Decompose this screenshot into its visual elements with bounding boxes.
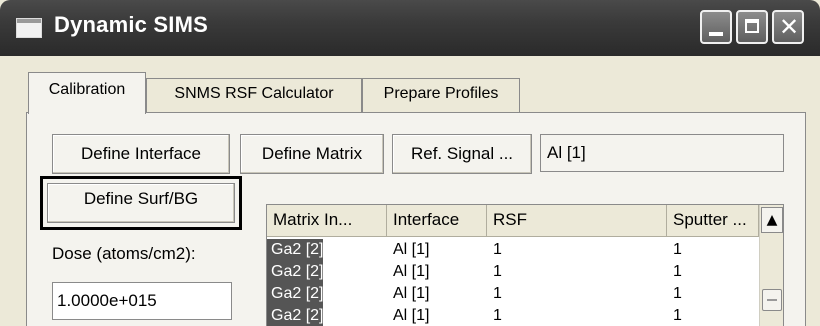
define-interface-button[interactable]: Define Interface xyxy=(52,134,230,174)
column-header-interface[interactable]: Interface xyxy=(387,205,487,237)
cell-interface: Al [1] xyxy=(393,285,430,302)
define-matrix-button[interactable]: Define Matrix xyxy=(240,134,384,174)
chevron-up-icon[interactable]: ▲ xyxy=(761,207,783,233)
title-bar[interactable]: Dynamic SIMS ✕ xyxy=(0,0,820,56)
cell-matrix: Ga2 [2] xyxy=(267,283,323,305)
tab-snms-rsf-calculator[interactable]: SNMS RSF Calculator xyxy=(146,78,362,112)
cell-sputter: 1 xyxy=(673,263,682,280)
tab-calibration[interactable]: Calibration xyxy=(28,72,146,114)
cell-interface: Al [1] xyxy=(393,307,430,324)
ref-signal-field: Al [1] xyxy=(540,134,784,172)
table-row[interactable]: Ga2 [2] Al [1] 1 1 xyxy=(267,305,759,326)
cell-matrix: Ga2 [2] xyxy=(267,239,323,261)
minimize-button[interactable] xyxy=(700,10,732,44)
cell-rsf: 1 xyxy=(493,285,502,302)
cell-sputter: 1 xyxy=(673,241,682,258)
define-surf-bg-button[interactable]: Define Surf/BG xyxy=(47,183,235,223)
close-button[interactable]: ✕ xyxy=(772,10,804,44)
cell-rsf: 1 xyxy=(493,241,502,258)
scroll-thumb[interactable] xyxy=(762,289,782,311)
cell-rsf: 1 xyxy=(493,307,502,324)
cell-matrix: Ga2 [2] xyxy=(267,261,323,283)
table-row[interactable]: Ga2 [2] Al [1] 1 1 xyxy=(267,283,759,305)
cell-rsf: 1 xyxy=(493,263,502,280)
tab-prepare-profiles[interactable]: Prepare Profiles xyxy=(362,78,520,112)
table-row[interactable]: Ga2 [2] Al [1] 1 1 xyxy=(267,239,759,261)
table-row[interactable]: Ga2 [2] Al [1] 1 1 xyxy=(267,261,759,283)
dose-label: Dose (atoms/cm2): xyxy=(52,244,196,263)
cell-interface: Al [1] xyxy=(393,241,430,258)
maximize-button[interactable] xyxy=(736,10,768,44)
window-title: Dynamic SIMS xyxy=(54,12,209,37)
app-window: Dynamic SIMS ✕ Calibration SNMS RSF Calc… xyxy=(0,0,820,326)
column-header-matrix[interactable]: Matrix In... xyxy=(267,205,387,237)
vertical-scrollbar[interactable]: ▲ xyxy=(759,205,783,326)
calibration-table[interactable]: Matrix In... Interface RSF Sputter ... G… xyxy=(266,204,784,326)
define-surf-bg-focus-frame: Define Surf/BG xyxy=(40,176,242,230)
close-icon: ✕ xyxy=(779,13,800,41)
cell-sputter: 1 xyxy=(673,307,682,324)
column-header-rsf[interactable]: RSF xyxy=(487,205,667,237)
cell-matrix: Ga2 [2] xyxy=(267,305,323,326)
cell-sputter: 1 xyxy=(673,285,682,302)
dose-input[interactable] xyxy=(52,282,232,320)
minimize-icon xyxy=(709,32,723,36)
maximize-icon xyxy=(745,19,759,33)
window-icon xyxy=(16,18,42,38)
column-header-sputter[interactable]: Sputter ... xyxy=(667,205,759,237)
cell-interface: Al [1] xyxy=(393,263,430,280)
table-header: Matrix In... Interface RSF Sputter ... xyxy=(267,205,759,237)
ref-signal-button[interactable]: Ref. Signal ... xyxy=(392,134,532,174)
